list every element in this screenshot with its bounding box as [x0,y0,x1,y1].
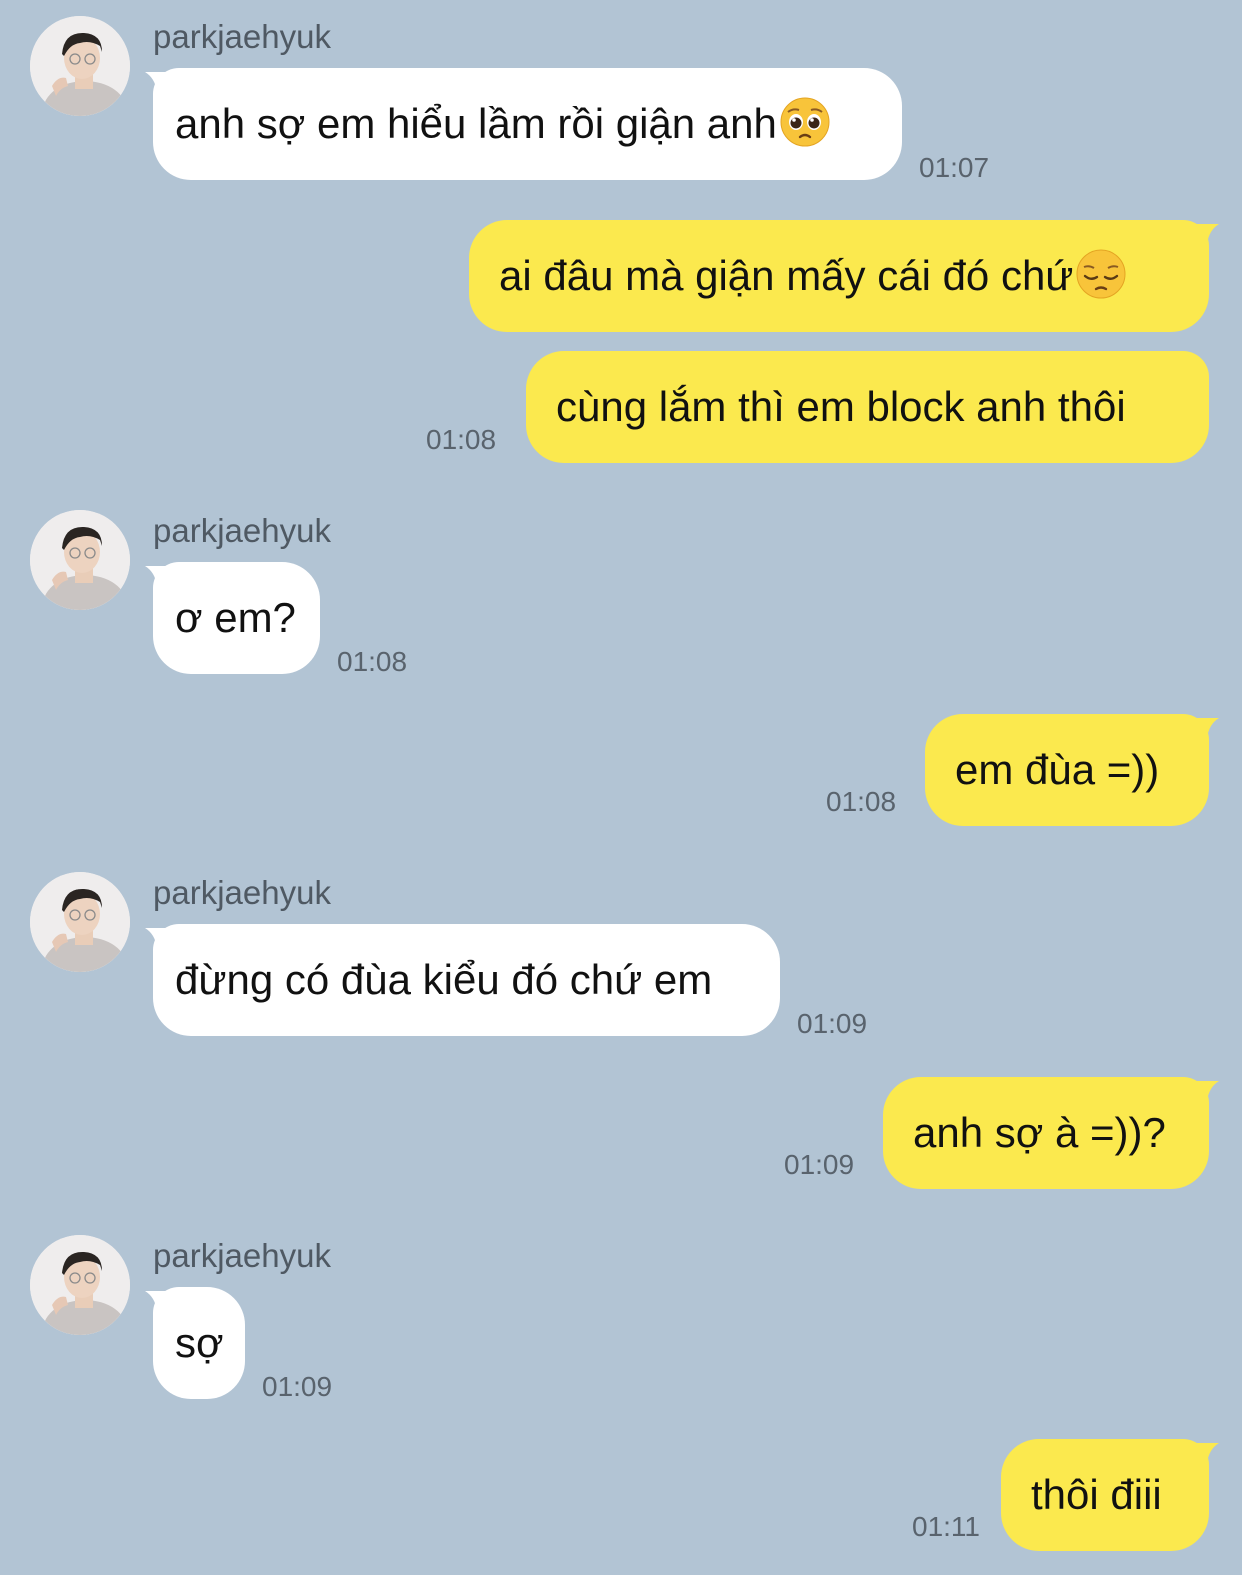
message-text: cùng lắm thì em block anh thôi [556,383,1126,430]
message-time: 01:09 [784,1149,855,1180]
bubble-tail [145,72,171,92]
incoming-message-bubble[interactable]: sợ [145,1287,245,1399]
bubble-tail [1193,1081,1219,1101]
message-time: 01:08 [337,646,408,677]
pleading-face-icon [780,97,830,147]
outgoing-message-bubble[interactable]: thôi điii [1001,1439,1219,1551]
bubble-tail [1193,718,1219,738]
avatar[interactable] [30,872,130,972]
message-text: em đùa =)) [955,746,1160,793]
avatar[interactable] [30,16,130,116]
message-time: 01:09 [797,1008,868,1039]
outgoing-message-bubble[interactable]: em đùa =)) [925,714,1219,826]
outgoing-message-bubble[interactable]: cùng lắm thì em block anh thôi [526,351,1209,463]
message-text: anh sợ em hiểu lầm rồi giận anh [175,100,777,147]
message-time: 01:09 [262,1371,333,1402]
sender-name: parkjaehyuk [153,18,331,55]
message-time: 01:11 [912,1511,980,1542]
chat-thread: parkjaehyuk anh sợ em hiểu lầm rồi giận … [0,0,1242,1575]
message-text: sợ [175,1319,224,1366]
bubble-tail [1193,1443,1219,1463]
sender-name: parkjaehyuk [153,1237,331,1274]
message-text: đừng có đùa kiểu đó chứ em [175,956,713,1003]
sender-name: parkjaehyuk [153,874,331,911]
avatar[interactable] [30,1235,130,1335]
profile-photo-icon [30,872,130,972]
profile-photo-icon [30,1235,130,1335]
avatar[interactable] [30,510,130,610]
outgoing-message-bubble[interactable]: anh sợ à =))? [883,1077,1219,1189]
message-text: thôi điii [1031,1471,1162,1518]
message-text: ai đâu mà giận mấy cái đó chứ [499,252,1074,299]
pensive-face-icon [1076,249,1126,299]
incoming-message-bubble[interactable]: đừng có đùa kiểu đó chứ em [145,924,780,1036]
sender-name: parkjaehyuk [153,512,331,549]
message-time: 01:07 [919,152,990,183]
bubble-tail [145,566,171,586]
message-text: ơ em? [175,594,296,641]
profile-photo-icon [30,16,130,116]
incoming-message-bubble[interactable]: ơ em? [145,562,320,674]
incoming-message-bubble[interactable]: anh sợ em hiểu lầm rồi giận anh [145,68,902,180]
profile-photo-icon [30,510,130,610]
message-time: 01:08 [826,786,897,817]
message-time: 01:08 [426,424,497,455]
bubble-tail [145,1291,171,1311]
bubble-tail [145,928,171,948]
message-text: anh sợ à =))? [913,1109,1166,1156]
bubble-tail [1193,224,1219,244]
outgoing-message-bubble[interactable]: ai đâu mà giận mấy cái đó chứ [469,220,1219,332]
